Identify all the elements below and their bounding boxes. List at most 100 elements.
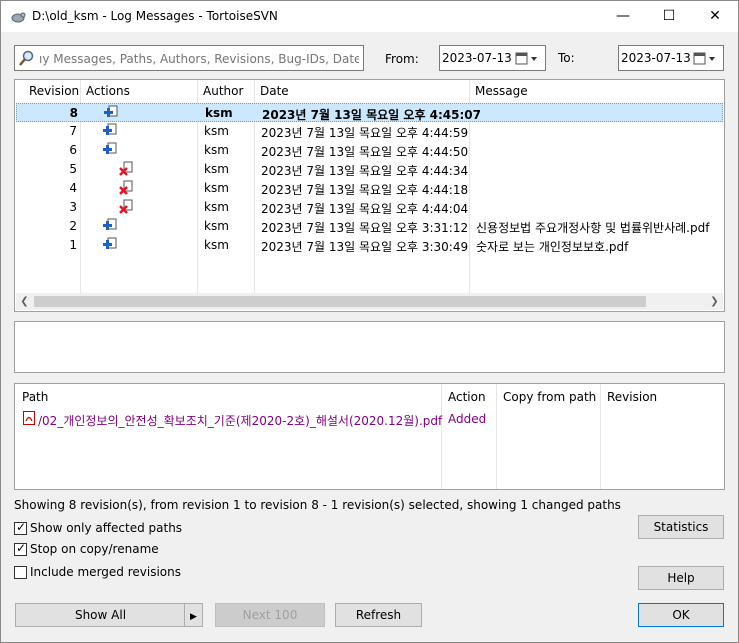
dropdown-arrow-icon: ▶ bbox=[190, 612, 197, 622]
author-cell: ksm bbox=[204, 181, 229, 195]
checkmark-icon: ✓ bbox=[16, 541, 27, 555]
date-cell: 2023년 7월 13일 목요일 오후 3:31:12 bbox=[261, 221, 469, 235]
path-value: /02_개인정보의_안전성_확보조치_기준(제2020-2호)_해설서(2020… bbox=[38, 414, 443, 428]
title-bar: D:\old_ksm - Log Messages - TortoiseSVN … bbox=[1, 1, 738, 32]
column-header-message[interactable]: Message bbox=[471, 80, 721, 102]
log-list[interactable]: Revision Actions Author Date Message 8 ks… bbox=[14, 79, 725, 312]
stop-on-copy-label: Stop on copy/rename bbox=[30, 542, 159, 556]
column-header-copy-from-path[interactable]: Copy from path bbox=[499, 386, 603, 408]
minimize-icon: — bbox=[616, 8, 630, 24]
added-icon bbox=[103, 142, 117, 154]
path-row[interactable]: /02_개인정보의_안전성_확보조치_기준(제2020-2호)_해설서(2020… bbox=[15, 410, 722, 429]
column-header-revision[interactable]: Revision bbox=[603, 386, 683, 408]
search-input[interactable] bbox=[37, 49, 361, 69]
help-button[interactable]: Help bbox=[638, 566, 724, 590]
show-all-button[interactable]: Show All bbox=[15, 603, 185, 627]
date-cell: 2023년 7월 13일 목요일 오후 4:45:07 bbox=[262, 108, 482, 122]
affected-paths-label: Show only affected paths bbox=[30, 521, 183, 535]
log-row[interactable]: 5 ksm 2023년 7월 13일 목요일 오후 4:44:34 bbox=[16, 160, 723, 179]
column-header-date[interactable]: Date bbox=[256, 80, 471, 102]
revision-cell: 8 bbox=[69, 106, 78, 120]
log-row[interactable]: 4 ksm 2023년 7월 13일 목요일 오후 4:44:18 bbox=[16, 179, 723, 198]
include-merged-checkbox[interactable] bbox=[14, 566, 27, 579]
window-title: D:\old_ksm - Log Messages - TortoiseSVN bbox=[32, 9, 278, 23]
log-messages-window: D:\old_ksm - Log Messages - TortoiseSVN … bbox=[0, 0, 739, 643]
changed-paths-list[interactable]: Path Action Copy from path Revision /02_… bbox=[14, 383, 725, 490]
to-date-value: 2023-07-13 bbox=[621, 51, 691, 65]
maximize-icon: ☐ bbox=[662, 8, 676, 24]
column-header-actions[interactable]: Actions bbox=[82, 80, 199, 102]
column-header-action[interactable]: Action bbox=[444, 386, 498, 408]
statistics-button[interactable]: Statistics bbox=[638, 515, 724, 539]
deleted-icon bbox=[119, 161, 133, 176]
refresh-button[interactable]: Refresh bbox=[335, 603, 422, 627]
column-header-path[interactable]: Path bbox=[18, 386, 438, 408]
author-cell: ksm bbox=[204, 124, 229, 138]
search-icon bbox=[19, 50, 34, 66]
column-divider bbox=[441, 384, 442, 489]
close-button[interactable]: ✕ bbox=[692, 1, 738, 32]
from-date-value: 2023-07-13 bbox=[442, 51, 512, 65]
date-cell: 2023년 7월 13일 목요일 오후 3:30:49 bbox=[261, 240, 469, 254]
deleted-icon bbox=[119, 180, 133, 195]
log-row[interactable]: 8 ksm 2023년 7월 13일 목요일 오후 4:45:07 bbox=[16, 103, 723, 122]
option-include-merged[interactable]: Include merged revisions bbox=[14, 565, 214, 581]
column-divider bbox=[496, 384, 497, 489]
calendar-dropdown-icon bbox=[693, 52, 715, 65]
include-merged-label: Include merged revisions bbox=[30, 565, 181, 579]
author-cell: ksm bbox=[204, 219, 229, 233]
affected-paths-checkbox[interactable]: ✓ bbox=[14, 520, 27, 535]
status-text: Showing 8 revision(s), from revision 1 t… bbox=[14, 498, 621, 512]
author-cell: ksm bbox=[204, 238, 229, 252]
author-cell: ksm bbox=[205, 106, 233, 120]
option-stop-on-copy[interactable]: ✓ Stop on copy/rename bbox=[14, 541, 214, 558]
scroll-left-icon[interactable]: ❮ bbox=[16, 293, 33, 310]
date-cell: 2023년 7월 13일 목요일 오후 4:44:04 bbox=[261, 202, 469, 216]
next-100-button[interactable]: Next 100 bbox=[215, 603, 325, 627]
path-action-value: Added bbox=[448, 412, 487, 426]
log-row[interactable]: 1 ksm 2023년 7월 13일 목요일 오후 3:30:49 숫자로 보는 개인… bbox=[16, 236, 723, 255]
author-cell: ksm bbox=[204, 143, 229, 157]
message-cell: 신용정보법 주요개정사항 및 법률위반사례.pdf bbox=[476, 221, 710, 235]
log-row[interactable]: 2 ksm 2023년 7월 13일 목요일 오후 3:31:12 신용정보법 주요개… bbox=[16, 217, 723, 236]
log-row[interactable]: 7 ksm 2023년 7월 13일 목요일 오후 4:44:59 bbox=[16, 122, 723, 141]
ok-button[interactable]: OK bbox=[638, 603, 724, 627]
scroll-right-icon[interactable]: ❯ bbox=[706, 293, 723, 310]
show-all-dropdown[interactable]: ▶ bbox=[184, 603, 203, 627]
deleted-icon bbox=[119, 199, 133, 214]
horizontal-scrollbar[interactable]: ❮ ❯ bbox=[16, 293, 723, 310]
message-pane[interactable] bbox=[14, 321, 725, 373]
revision-cell: 6 bbox=[69, 143, 77, 157]
scroll-thumb[interactable] bbox=[34, 296, 646, 307]
tortoisesvn-icon bbox=[11, 12, 26, 23]
revision-cell: 3 bbox=[69, 200, 77, 214]
close-icon: ✕ bbox=[709, 8, 721, 24]
column-divider bbox=[600, 384, 601, 489]
log-row[interactable]: 6 ksm 2023년 7월 13일 목요일 오후 4:44:50 bbox=[16, 141, 723, 160]
to-date-picker[interactable]: 2023-07-13 bbox=[618, 45, 724, 71]
stop-on-copy-checkbox[interactable]: ✓ bbox=[14, 541, 27, 556]
from-date-picker[interactable]: 2023-07-13 bbox=[439, 45, 546, 71]
to-label: To: bbox=[558, 51, 575, 65]
author-cell: ksm bbox=[204, 162, 229, 176]
log-row[interactable]: 3 ksm 2023년 7월 13일 목요일 오후 4:44:04 bbox=[16, 198, 723, 217]
search-box[interactable] bbox=[14, 45, 364, 71]
from-label: From: bbox=[385, 52, 419, 66]
minimize-button[interactable]: — bbox=[600, 1, 646, 32]
calendar-dropdown-icon bbox=[515, 52, 537, 65]
revision-cell: 4 bbox=[69, 181, 77, 195]
maximize-button[interactable]: ☐ bbox=[646, 1, 692, 32]
revision-cell: 7 bbox=[69, 124, 77, 138]
date-cell: 2023년 7월 13일 목요일 오후 4:44:50 bbox=[261, 145, 469, 159]
column-header-author[interactable]: Author bbox=[199, 80, 256, 102]
author-cell: ksm bbox=[204, 200, 229, 214]
added-icon bbox=[103, 237, 117, 249]
revision-cell: 5 bbox=[69, 162, 77, 176]
option-affected-paths[interactable]: ✓ Show only affected paths bbox=[14, 520, 214, 537]
added-icon bbox=[103, 218, 117, 230]
date-cell: 2023년 7월 13일 목요일 오후 4:44:18 bbox=[261, 183, 469, 197]
date-cell: 2023년 7월 13일 목요일 오후 4:44:59 bbox=[261, 126, 469, 140]
revision-cell: 1 bbox=[69, 238, 77, 252]
revision-cell: 2 bbox=[69, 219, 77, 233]
added-icon bbox=[103, 123, 117, 135]
